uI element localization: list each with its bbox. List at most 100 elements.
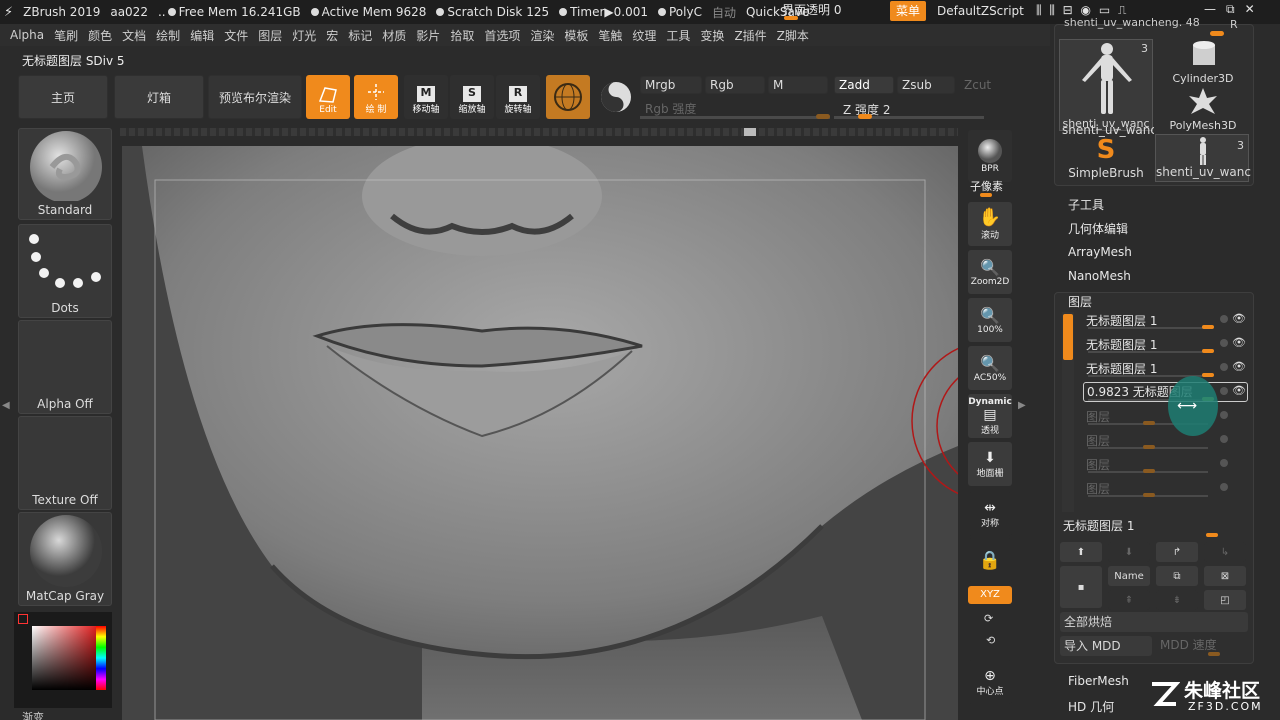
layer-visibility-eye-icon[interactable]: 👁 [1232,312,1246,325]
menu-item[interactable]: 模板 [564,27,588,44]
layer-lock-button[interactable]: ◰ [1204,590,1246,610]
layer-record-icon[interactable] [1220,459,1228,467]
tool-thumb-polymesh[interactable]: PolyMesh3D [1157,86,1249,132]
zsub-button[interactable]: Zsub [897,76,955,94]
layer-record-icon[interactable] [1220,387,1228,395]
scroll-button[interactable]: ✋ 滚动 [968,202,1012,246]
import-mdd-button[interactable]: 导入 MDD [1060,636,1152,656]
layer-new-button[interactable]: ▪ [1060,566,1102,608]
tool-thumb-body[interactable]: 3 shenti_uv_wanc [1059,39,1153,131]
subpixel-knob[interactable] [980,193,992,197]
layer-up-level-button[interactable]: ⇞ [1108,590,1150,610]
canvas-scroll-thumb[interactable] [744,128,756,136]
home-button[interactable]: 主页 [18,75,108,119]
menu-item[interactable]: 材质 [382,27,406,44]
menu-item[interactable]: 标记 [348,27,372,44]
layer-record-icon[interactable] [1220,411,1228,419]
menu-item[interactable]: Alpha [10,28,44,42]
hd-geometry-menu[interactable]: HD 几何 [1068,698,1114,715]
rotate-y-icon[interactable]: ⟳ [984,612,993,625]
layer-visibility-eye-icon[interactable]: 👁 [1232,336,1246,349]
menu-item[interactable]: 图层 [258,27,282,44]
layer-record-icon[interactable] [1220,435,1228,443]
tool-slider-knob[interactable] [1210,31,1224,36]
zadd-button[interactable]: Zadd [834,76,894,94]
color-picker[interactable] [14,612,112,708]
layer-visibility-eye-icon[interactable]: 👁 [1232,360,1246,373]
bake-all-button[interactable]: 全部烘焙 [1060,612,1248,632]
rotate-z-icon[interactable]: ⟲ [986,634,995,647]
rgb-intensity-knob[interactable] [816,114,830,119]
zoom2d-button[interactable]: 🔍 Zoom2D [968,250,1012,294]
ui-transparency[interactable]: 界面透明 0 [782,1,882,21]
layer-visibility-eye-icon[interactable]: 👁 [1232,384,1246,397]
texture-slot[interactable]: Texture Off [18,416,112,510]
layer-delete-button[interactable]: ⊠ [1204,566,1246,586]
layer-strength-knob[interactable] [1202,373,1214,377]
layer-strength-slider[interactable] [1088,351,1208,353]
menu-item[interactable]: 绘制 [156,27,180,44]
layer-strength-knob[interactable] [1143,493,1155,497]
canvas-viewport[interactable] [122,146,958,720]
right-collapse-arrow-icon[interactable]: ▶ [1018,400,1026,411]
layer-strength-knob[interactable] [1143,421,1155,425]
layer-record-icon[interactable] [1220,315,1228,323]
solo-button[interactable] [596,75,636,119]
layer-strength-knob[interactable] [1143,469,1155,473]
rgb-button[interactable]: Rgb [705,76,765,94]
menu-item[interactable]: 颜色 [88,27,112,44]
menu-item[interactable]: 笔刷 [54,27,78,44]
xyz-button[interactable]: XYZ [968,586,1012,604]
layer-down-level-button[interactable]: ⇟ [1156,590,1198,610]
layer-strength-slider[interactable] [1088,327,1208,329]
frame-button[interactable]: ⇹ 对称 [968,492,1012,536]
tool-thumb-cylinder[interactable]: Cylinder3D [1157,39,1249,85]
arraymesh-menu[interactable]: ArrayMesh [1068,245,1132,259]
menu-item[interactable]: 文档 [122,27,146,44]
menu-item[interactable]: 渲染 [530,27,554,44]
color-square[interactable] [32,626,96,690]
menu-item[interactable]: 文件 [224,27,248,44]
rgb-intensity-label[interactable]: Rgb 强度 [645,100,696,117]
menu-item[interactable]: 宏 [326,27,338,44]
rgb-intensity-slider[interactable] [640,116,830,119]
layer-duplicate-button[interactable]: ⧉ [1156,566,1198,586]
hue-strip[interactable] [96,626,106,690]
actual-size-button[interactable]: 🔍 100% [968,298,1012,342]
default-zscript-button[interactable]: DefaultZScript [937,4,1024,18]
menu-item[interactable]: Z脚本 [777,27,809,44]
floor-grid-button[interactable]: ⬇ 地面栅 [968,442,1012,486]
menu-item[interactable]: 首选项 [484,27,520,44]
menu-item[interactable]: 变换 [700,27,724,44]
menu-item[interactable]: 笔触 [598,27,622,44]
menu-item[interactable]: 工具 [666,27,690,44]
move-button[interactable]: M 移动轴 [404,75,448,119]
window-controls[interactable]: —⧉✕ [1204,2,1265,17]
antialiased-half-button[interactable]: 🔍 AC50% [968,346,1012,390]
center-point-button[interactable]: ⊕ 中心点 [968,660,1012,704]
layer-split-button[interactable]: ↱ [1156,542,1198,562]
brush-slot[interactable]: Standard [18,128,112,220]
edit-button[interactable]: Edit [306,75,350,119]
stroke-slot[interactable]: Dots [18,224,112,318]
subpixel-label[interactable]: 子像素 [970,178,1003,194]
layer-merge-button[interactable]: ↳ [1204,542,1246,562]
lightbox-button[interactable]: 灯箱 [114,75,204,119]
menu-item[interactable]: 影片 [416,27,440,44]
tool-thumb-body-2[interactable]: 3 shenti_uv_wanc [1155,134,1251,182]
mdd-speed-knob[interactable] [1208,652,1220,656]
layer-name-button[interactable]: Name [1108,566,1150,586]
z-intensity-knob[interactable] [858,114,872,119]
bpr-preview-button[interactable]: 预览布尔渲染 [208,75,302,119]
draw-button[interactable]: 绘 制 [354,75,398,119]
menu-item[interactable]: 灯光 [292,27,316,44]
fibermesh-menu[interactable]: FiberMesh [1068,674,1129,688]
mdd-speed-slider[interactable]: MDD 速度 [1156,636,1248,656]
geometry-menu[interactable]: 几何体编辑 [1068,220,1128,237]
layer-up-button[interactable]: ⬆ [1060,542,1102,562]
layer-intensity-knob[interactable] [1206,533,1218,537]
nanomesh-menu[interactable]: NanoMesh [1068,269,1131,283]
layer-down-button[interactable]: ⬇ [1108,542,1150,562]
layers-header[interactable]: 图层 [1068,293,1092,310]
layer-record-icon[interactable] [1220,483,1228,491]
